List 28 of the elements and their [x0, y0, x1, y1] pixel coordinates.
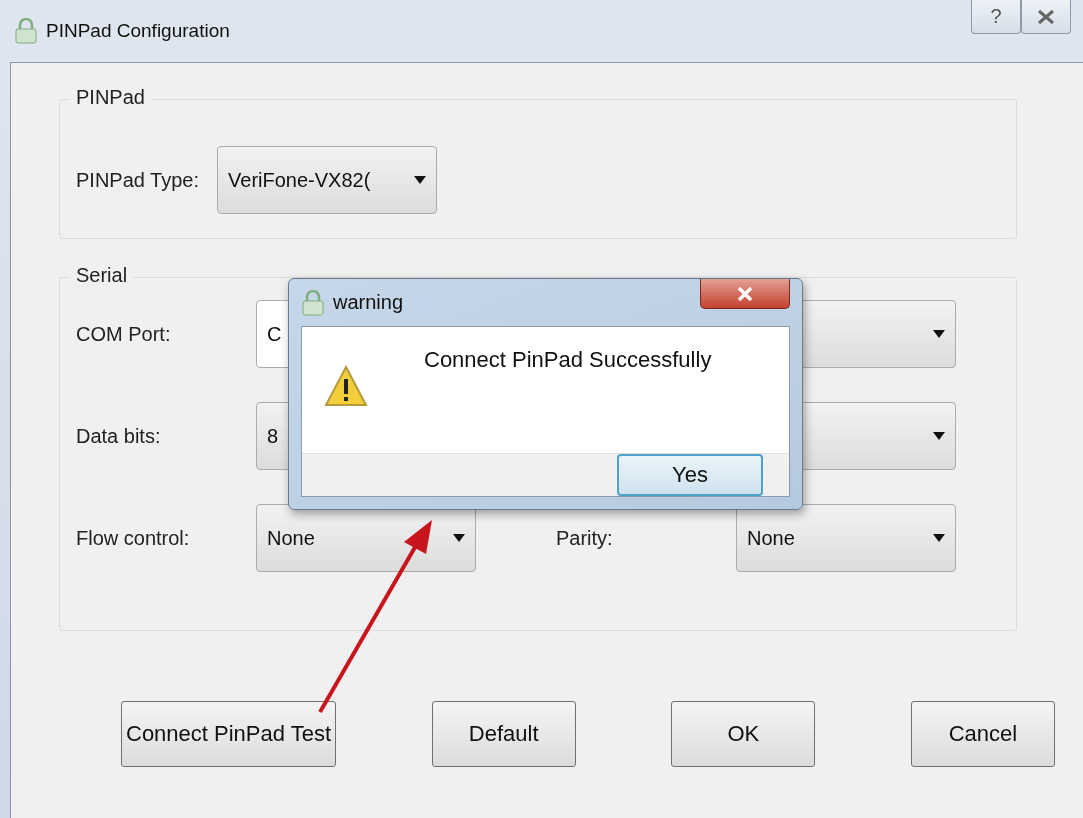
dropdown[interactable]: VeriFone-VX82( — [217, 146, 438, 214]
close-button[interactable] — [1021, 0, 1071, 34]
field-label: COM Port: — [76, 322, 172, 346]
warning-icon — [324, 365, 368, 407]
field-label: Flow control: — [76, 526, 191, 550]
dialog-message: Connect PinPad Successfully — [424, 347, 712, 374]
close-button[interactable] — [700, 279, 790, 309]
lock-icon — [301, 289, 325, 316]
field-label: Data bits: — [76, 424, 162, 448]
caret-icon — [453, 534, 465, 542]
field-label: Parity: — [556, 526, 614, 550]
lock-icon — [14, 18, 38, 44]
help-button[interactable]: ? — [971, 0, 1021, 34]
dialog-title: warning — [333, 291, 404, 314]
caret-icon — [933, 534, 945, 542]
caret-icon — [933, 330, 945, 338]
field-label: PINPad Type: — [76, 168, 200, 192]
caret-icon — [933, 432, 945, 440]
dialog-button[interactable]: OK — [671, 701, 816, 767]
yes-button[interactable]: Yes — [617, 454, 763, 496]
dialog-button[interactable]: Cancel — [911, 701, 1055, 767]
caret-icon — [414, 176, 427, 184]
close-icon — [737, 286, 753, 301]
window-title: PINPad Configuration — [46, 20, 231, 42]
close-icon — [1036, 8, 1056, 25]
dialog-button[interactable]: Connect PinPad Test — [121, 701, 337, 767]
dialog-button[interactable]: Default — [431, 701, 576, 767]
dropdown[interactable]: None — [736, 504, 956, 572]
